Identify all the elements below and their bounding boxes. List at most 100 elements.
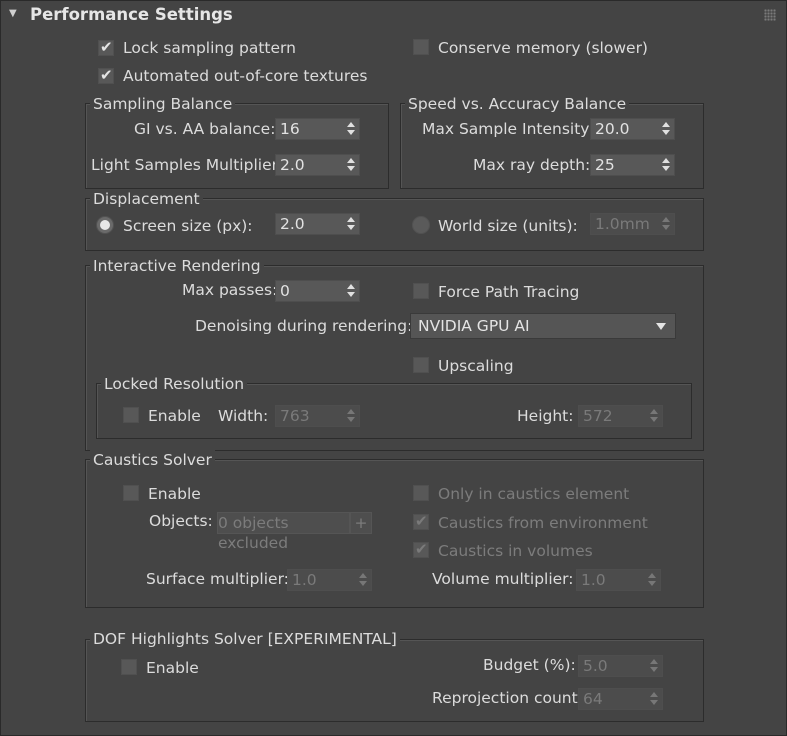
gi-aa-spinner[interactable]: 16 [275, 118, 360, 140]
spinner-arrows-icon[interactable] [662, 217, 670, 231]
world-size-value: 1.0mm [595, 215, 650, 233]
checkmark-icon: ✔ [415, 512, 428, 530]
upscaling-checkbox[interactable] [413, 357, 429, 373]
force-path-tracing-checkbox[interactable] [413, 283, 429, 299]
only-caustics-element-checkbox[interactable] [413, 485, 429, 501]
dof-enable-checkbox[interactable] [121, 659, 137, 675]
conserve-memory-label: Conserve memory (slower) [438, 39, 648, 57]
add-objects-button[interactable]: + [350, 512, 372, 534]
denoising-label: Denoising during rendering: [195, 317, 413, 335]
max-sample-label: Max Sample Intensity: [422, 120, 594, 138]
max-sample-value: 20.0 [595, 120, 630, 138]
dof-enable-label: Enable [146, 659, 199, 677]
objects-label: Objects: [149, 512, 213, 530]
drag-grip-icon[interactable] [764, 9, 776, 21]
width-value: 763 [280, 407, 310, 425]
reprojection-count-value: 64 [583, 690, 603, 708]
spinner-arrows-icon[interactable] [662, 158, 670, 172]
surface-multiplier-label: Surface multiplier: [146, 570, 289, 588]
denoising-dropdown[interactable]: NVIDIA GPU AI [410, 313, 676, 339]
max-sample-spinner[interactable]: 20.0 [590, 118, 675, 140]
gi-aa-label: GI vs. AA balance: [134, 120, 276, 138]
objects-excluded-value: 0 objects excluded [218, 514, 289, 552]
world-size-spinner[interactable]: 1.0mm [590, 213, 675, 235]
caustics-in-volumes-checkbox[interactable]: ✔ [413, 540, 429, 558]
automated-ooc-label: Automated out-of-core textures [123, 67, 368, 85]
rollout-title[interactable]: Performance Settings [30, 5, 233, 24]
checkmark-icon: ✔ [100, 66, 113, 84]
spinner-arrows-icon[interactable] [347, 158, 355, 172]
volume-multiplier-label: Volume multiplier: [432, 570, 574, 588]
caustics-enable-checkbox[interactable] [123, 485, 139, 501]
spinner-arrows-icon[interactable] [650, 692, 658, 706]
caustics-in-volumes-label: Caustics in volumes [438, 542, 593, 560]
sampling-balance-group [85, 103, 389, 189]
light-samples-value: 2.0 [280, 156, 305, 174]
caustics-enable-label: Enable [148, 485, 201, 503]
world-size-label: World size (units): [438, 217, 578, 235]
screen-size-radio[interactable] [96, 216, 114, 234]
upscaling-label: Upscaling [438, 357, 514, 375]
height-value: 572 [583, 407, 613, 425]
max-passes-label: Max passes: [182, 281, 278, 299]
screen-size-label: Screen size (px): [123, 217, 253, 235]
denoising-selected: NVIDIA GPU AI [418, 317, 530, 335]
world-size-radio[interactable] [412, 216, 430, 234]
surface-multiplier-spinner[interactable]: 1.0 [287, 569, 372, 591]
rollout-header[interactable]: ▼ Performance Settings [0, 0, 787, 32]
spinner-arrows-icon[interactable] [347, 122, 355, 136]
volume-multiplier-spinner[interactable]: 1.0 [576, 569, 661, 591]
max-ray-spinner[interactable]: 25 [590, 154, 675, 176]
caustics-solver-title: Caustics Solver [90, 450, 215, 470]
surface-multiplier-value: 1.0 [292, 571, 317, 589]
force-path-tracing-label: Force Path Tracing [438, 283, 580, 301]
automated-ooc-checkbox[interactable]: ✔ [98, 66, 114, 84]
light-samples-spinner[interactable]: 2.0 [275, 154, 360, 176]
max-passes-value: 0 [280, 282, 290, 300]
checkmark-icon: ✔ [415, 540, 428, 558]
width-label: Width: [218, 407, 269, 425]
interactive-rendering-title: Interactive Rendering [90, 256, 264, 276]
volume-multiplier-value: 1.0 [581, 571, 606, 589]
displacement-title: Displacement [90, 189, 203, 209]
only-caustics-element-label: Only in caustics element [438, 485, 630, 503]
gi-aa-value: 16 [280, 120, 300, 138]
screen-size-value: 2.0 [280, 215, 305, 233]
locked-resolution-title: Locked Resolution [101, 374, 248, 394]
checkmark-icon: ✔ [100, 38, 113, 56]
spinner-arrows-icon[interactable] [347, 409, 355, 423]
locked-resolution-enable-checkbox[interactable] [123, 407, 139, 423]
collapse-arrow-icon[interactable]: ▼ [9, 8, 17, 19]
sampling-balance-title: Sampling Balance [90, 94, 236, 114]
max-passes-spinner[interactable]: 0 [275, 280, 360, 302]
spinner-arrows-icon[interactable] [347, 284, 355, 298]
spinner-arrows-icon[interactable] [662, 122, 670, 136]
reprojection-count-spinner[interactable]: 64 [578, 688, 663, 710]
lock-sampling-checkbox[interactable]: ✔ [98, 38, 114, 56]
height-spinner[interactable]: 572 [578, 405, 663, 427]
spinner-arrows-icon[interactable] [648, 573, 656, 587]
speed-accuracy-group [400, 103, 704, 189]
caustics-from-env-label: Caustics from environment [438, 514, 648, 532]
locked-resolution-enable-label: Enable [148, 407, 201, 425]
dof-highlights-title: DOF Highlights Solver [EXPERIMENTAL] [90, 629, 400, 649]
max-ray-value: 25 [595, 156, 615, 174]
spinner-arrows-icon[interactable] [650, 409, 658, 423]
budget-value: 5.0 [583, 657, 608, 675]
caustics-from-env-checkbox[interactable]: ✔ [413, 512, 429, 530]
speed-accuracy-title: Speed vs. Accuracy Balance [405, 94, 630, 114]
light-samples-label: Light Samples Multiplier: [91, 156, 283, 174]
spinner-arrows-icon[interactable] [359, 573, 367, 587]
height-label: Height: [517, 407, 574, 425]
budget-spinner[interactable]: 5.0 [578, 655, 663, 677]
spinner-arrows-icon[interactable] [347, 217, 355, 231]
dropdown-caret-icon[interactable] [656, 323, 666, 330]
width-spinner[interactable]: 763 [275, 405, 360, 427]
objects-exclude-button[interactable]: 0 objects excluded [217, 512, 350, 552]
lock-sampling-label: Lock sampling pattern [123, 39, 296, 57]
reprojection-count-label: Reprojection count: [432, 689, 583, 707]
spinner-arrows-icon[interactable] [650, 659, 658, 673]
screen-size-spinner[interactable]: 2.0 [275, 213, 360, 235]
max-ray-label: Max ray depth: [473, 156, 591, 174]
conserve-memory-checkbox[interactable] [413, 39, 429, 55]
